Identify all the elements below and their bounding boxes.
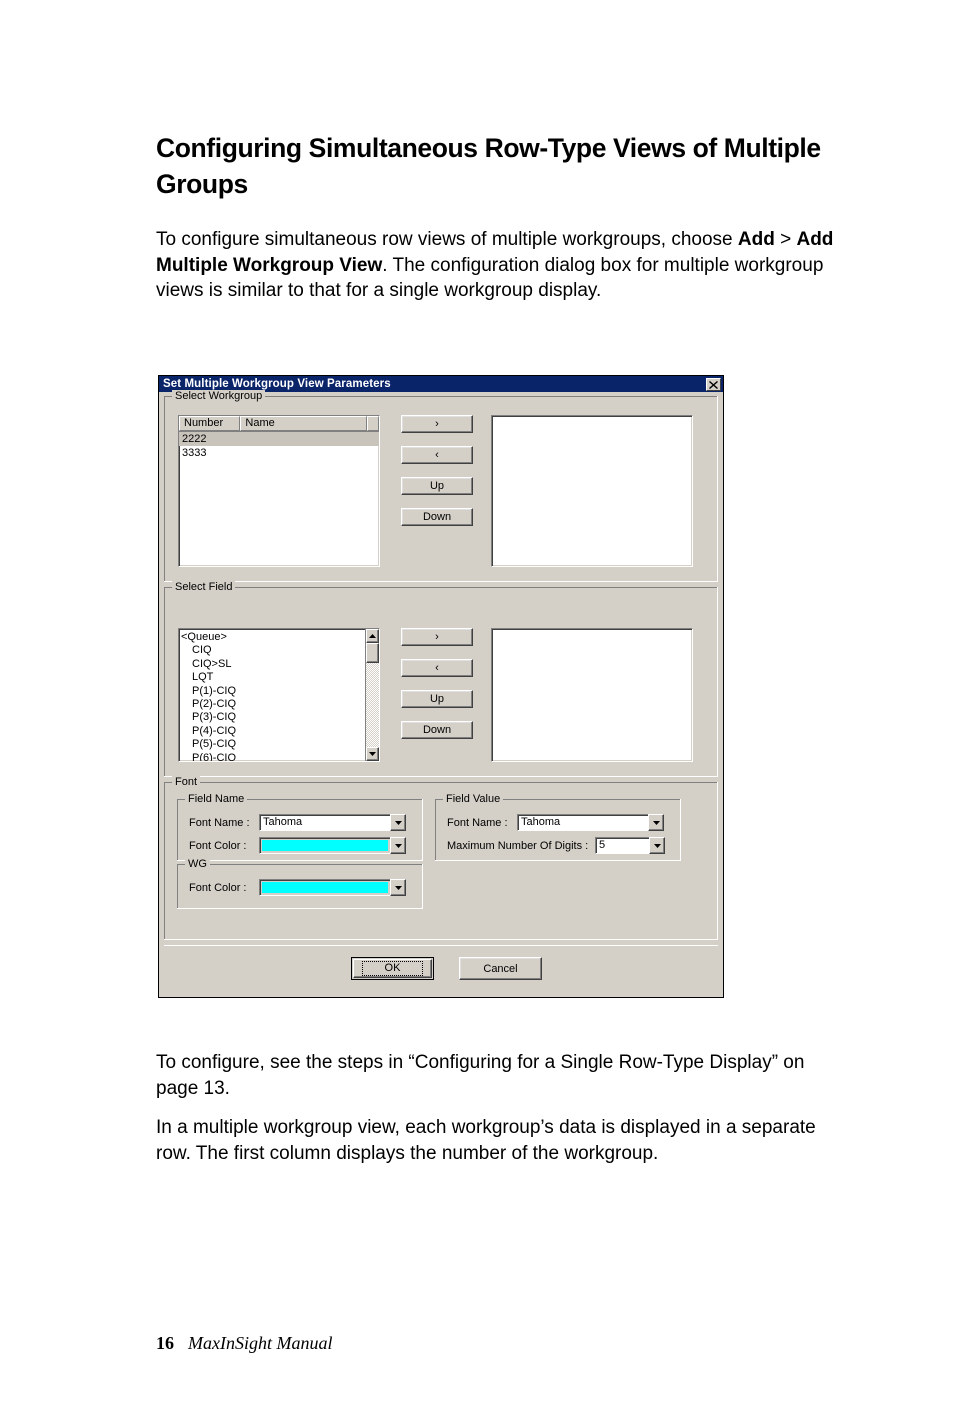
chevron-down-icon[interactable] (648, 814, 664, 831)
color-swatch-fill (262, 882, 388, 893)
cancel-button[interactable]: Cancel (459, 957, 542, 980)
field-selected-list[interactable] (491, 628, 693, 762)
font-color-label: Font Color : (189, 839, 247, 852)
dialog-body: Select Workgroup Number Name 2222 3333 ›… (159, 390, 723, 997)
field-available-list[interactable]: <Queue> CIQ CIQ>SL LQT P(1)-CIQ P(2)-CIQ… (178, 628, 380, 762)
font-group: Font Field Name Font Name : Tahoma Font … (164, 776, 718, 940)
list-item[interactable]: P(4)-CIQ (181, 725, 365, 738)
field-list-scrollbar[interactable] (365, 629, 379, 761)
field-remove-button[interactable]: ‹ (401, 659, 473, 677)
font-name-label: Font Name : (189, 816, 250, 829)
chevron-down-icon[interactable] (390, 837, 406, 854)
field-value-font-name-combo[interactable]: Tahoma (517, 814, 664, 831)
table-row[interactable]: 3333 (179, 446, 379, 460)
list-item[interactable]: P(1)-CIQ (181, 685, 365, 698)
wg-label: WG (185, 858, 210, 870)
select-workgroup-label: Select Workgroup (172, 390, 266, 402)
font-label: Font (172, 776, 201, 788)
ok-button-label: OK (361, 961, 424, 976)
set-multiple-workgroup-view-parameters-dialog: Set Multiple Workgroup View Parameters S… (158, 375, 724, 998)
field-name-font-color-swatch (259, 837, 390, 854)
dialog-title: Set Multiple Workgroup View Parameters (163, 378, 391, 390)
configure-reference-paragraph: To configure, see the steps in “Configur… (156, 1052, 805, 1099)
page-footer: 16 MaxInSight Manual (156, 1333, 332, 1354)
chevron-down-icon[interactable] (649, 837, 665, 854)
field-add-button[interactable]: › (401, 628, 473, 646)
table-row[interactable]: 2222 (179, 432, 379, 446)
ok-button[interactable]: OK (351, 957, 434, 980)
dialog-footer: OK Cancel (164, 945, 718, 992)
scrollbar-thumb[interactable] (366, 643, 379, 663)
cancel-button-label: Cancel (483, 962, 518, 975)
document-content: Configuring Simultaneous Row-Type Views … (156, 0, 840, 304)
footer-page-number: 16 (156, 1333, 174, 1353)
chevron-down-icon[interactable] (390, 814, 406, 831)
workgroup-available-list[interactable]: Number Name 2222 3333 (178, 415, 380, 567)
select-field-label: Select Field (172, 581, 236, 593)
list-item[interactable]: P(5)-CIQ (181, 738, 365, 751)
wg-font-color-row: Font Color : (189, 879, 406, 896)
field-value-font-name-row: Font Name : Tahoma (447, 814, 664, 831)
chevron-down-icon[interactable] (390, 879, 406, 896)
multiple-workgroup-paragraph: In a multiple workgroup view, each workg… (156, 1117, 816, 1164)
post-dialog-content: To configure, see the steps in “Configur… (156, 1050, 840, 1166)
workgroup-add-button[interactable]: › (401, 415, 473, 433)
workgroup-transfer-buttons: › ‹ Up Down (401, 415, 473, 539)
field-value-max-digits-row: Maximum Number Of Digits : 5 (447, 837, 665, 854)
close-icon[interactable] (706, 377, 721, 391)
field-name-label: Field Name (185, 793, 248, 805)
font-color-label: Font Color : (189, 881, 247, 894)
intro-text-separator: > (774, 229, 797, 250)
intro-text-part1: To configure simultaneous row views of m… (156, 229, 738, 250)
list-item[interactable]: CIQ (181, 644, 365, 657)
list-item[interactable]: LQT (181, 671, 365, 684)
field-name-font-color-combo[interactable] (259, 837, 406, 854)
intro-paragraph: To configure simultaneous row views of m… (156, 227, 840, 304)
field-name-group: Field Name Font Name : Tahoma Font Color… (177, 793, 423, 861)
column-header-number[interactable]: Number (179, 416, 241, 431)
workgroup-selected-list[interactable] (491, 415, 693, 567)
select-field-group: Select Field <Queue> CIQ CIQ>SL LQT P(1)… (164, 581, 718, 777)
workgroup-list-header: Number Name (179, 416, 379, 432)
field-value-label: Field Value (443, 793, 504, 805)
list-item[interactable]: P(2)-CIQ (181, 698, 365, 711)
scroll-down-icon[interactable] (366, 747, 379, 761)
wg-font-color-combo[interactable] (259, 879, 406, 896)
field-value-group: Field Value Font Name : Tahoma Maximum N… (435, 793, 681, 861)
max-digits-value: 5 (595, 837, 649, 854)
wg-font-color-swatch (259, 879, 390, 896)
workgroup-up-button[interactable]: Up (401, 477, 473, 495)
page-title: Configuring Simultaneous Row-Type Views … (156, 133, 821, 199)
workgroup-down-button[interactable]: Down (401, 508, 473, 526)
field-value-font-name-value: Tahoma (517, 814, 648, 831)
select-workgroup-group: Select Workgroup Number Name 2222 3333 ›… (164, 390, 718, 582)
field-name-font-color-row: Font Color : (189, 837, 406, 854)
color-swatch-fill (262, 840, 388, 851)
workgroup-remove-button[interactable]: ‹ (401, 446, 473, 464)
workgroup-rows: 2222 3333 (179, 432, 379, 460)
intro-bold-add: Add (737, 229, 775, 250)
field-down-button[interactable]: Down (401, 721, 473, 739)
list-item[interactable]: P(3)-CIQ (181, 711, 365, 724)
font-name-label: Font Name : (447, 816, 508, 829)
list-item[interactable]: P(6)-CIQ (181, 752, 365, 761)
column-header-extra[interactable] (367, 416, 379, 431)
scroll-up-icon[interactable] (366, 629, 379, 643)
field-transfer-buttons: › ‹ Up Down (401, 628, 473, 752)
field-up-button[interactable]: Up (401, 690, 473, 708)
list-item[interactable]: <Queue> (181, 631, 365, 644)
max-digits-label: Maximum Number Of Digits : (447, 839, 589, 852)
field-name-font-name-combo[interactable]: Tahoma (259, 814, 406, 831)
column-header-name[interactable]: Name (240, 416, 368, 431)
max-digits-combo[interactable]: 5 (595, 837, 665, 854)
field-name-font-name-row: Font Name : Tahoma (189, 814, 406, 831)
wg-group: WG Font Color : (177, 858, 423, 909)
footer-manual-title: MaxInSight Manual (188, 1333, 333, 1353)
field-name-font-name-value: Tahoma (259, 814, 390, 831)
field-list-items: <Queue> CIQ CIQ>SL LQT P(1)-CIQ P(2)-CIQ… (179, 629, 365, 761)
list-item[interactable]: CIQ>SL (181, 658, 365, 671)
